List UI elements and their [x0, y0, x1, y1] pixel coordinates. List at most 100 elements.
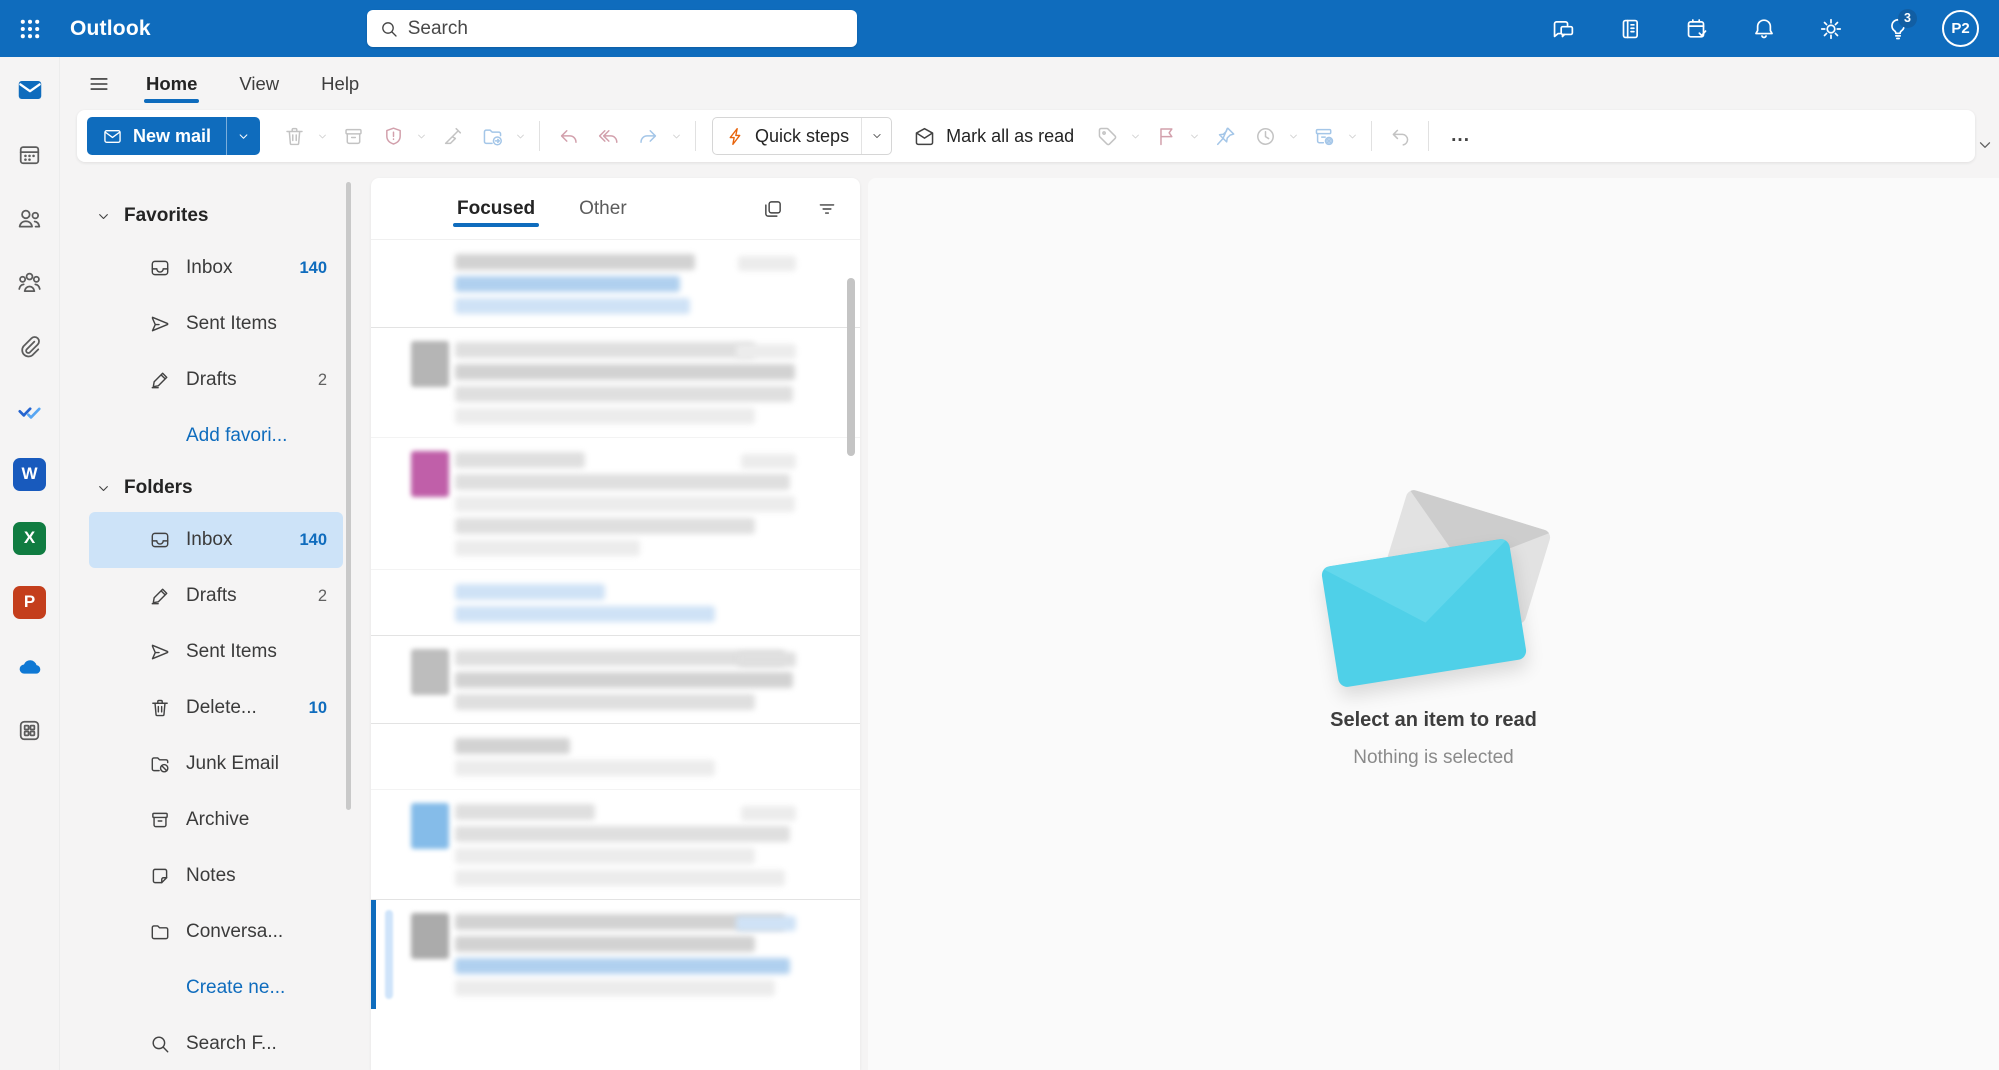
- folder-section-favorites[interactable]: Favorites: [77, 192, 357, 240]
- select-all-icon: [762, 198, 784, 220]
- flag-chevron-icon[interactable]: [1186, 116, 1203, 156]
- account-avatar[interactable]: P2: [1942, 10, 1979, 47]
- folder-item-sentitems[interactable]: Sent Items: [89, 296, 343, 352]
- reading-pane: Select an item to read Nothing is select…: [868, 178, 1999, 1070]
- tab-view[interactable]: View: [222, 63, 296, 105]
- report-button[interactable]: [373, 116, 413, 156]
- message-row[interactable]: [371, 438, 860, 570]
- new-mail-dropdown-button[interactable]: [226, 117, 260, 155]
- notifications-bell-icon: [1751, 16, 1777, 42]
- folder-item-notes[interactable]: Notes: [89, 848, 343, 904]
- folder-item-junkemail[interactable]: Junk Email: [89, 736, 343, 792]
- reply-all-button[interactable]: [588, 116, 628, 156]
- folder-pane-scrollbar[interactable]: [346, 182, 351, 810]
- rail-item-more-apps[interactable]: [11, 711, 49, 749]
- rules-button[interactable]: [1304, 116, 1344, 156]
- categorize-chevron-icon[interactable]: [1127, 116, 1144, 156]
- quick-steps-dropdown-button[interactable]: [861, 118, 891, 154]
- search-input[interactable]: [408, 18, 845, 40]
- blurred-message-text: [455, 737, 846, 782]
- rail-item-calendar[interactable]: [11, 135, 49, 173]
- categorize-button[interactable]: [1087, 116, 1127, 156]
- folder-item-inbox[interactable]: Inbox140: [89, 512, 343, 568]
- message-row[interactable]: [371, 570, 860, 636]
- settings-button[interactable]: [1808, 6, 1854, 52]
- rail-item-files[interactable]: [11, 327, 49, 365]
- folder-item-delete[interactable]: Delete...10: [89, 680, 343, 736]
- message-row[interactable]: [371, 636, 860, 724]
- filter-icon: [816, 198, 838, 220]
- message-list: Focused Other: [371, 178, 860, 1070]
- reply-button[interactable]: [548, 116, 588, 156]
- onedrive-icon: [16, 653, 43, 680]
- tips-button[interactable]: 3: [1875, 6, 1921, 52]
- folder-section-folders[interactable]: Folders: [77, 464, 357, 512]
- report-chevron-icon[interactable]: [413, 116, 430, 156]
- my-day-button[interactable]: [1674, 6, 1720, 52]
- app-launcher-button[interactable]: [0, 0, 60, 57]
- rail-item-word[interactable]: W: [11, 455, 49, 493]
- move-to-button[interactable]: [472, 116, 512, 156]
- folder-link-addfavori[interactable]: Add favori...: [89, 408, 343, 464]
- move-to-chevron-icon[interactable]: [512, 116, 529, 156]
- collapse-ribbon-chevron[interactable]: [1975, 134, 1997, 156]
- rail-item-todo[interactable]: [11, 391, 49, 429]
- rail-item-mail[interactable]: [11, 71, 49, 109]
- message-list-scrollbar[interactable]: [847, 278, 855, 456]
- undo-button[interactable]: [1380, 116, 1420, 156]
- flag-button[interactable]: [1146, 116, 1186, 156]
- drafts-icon: [149, 369, 171, 391]
- mark-all-read-button[interactable]: Mark all as read: [900, 116, 1087, 156]
- delete-button[interactable]: [274, 116, 314, 156]
- notifications-button[interactable]: [1741, 6, 1787, 52]
- folder-item-drafts[interactable]: Drafts2: [89, 568, 343, 624]
- folder-item-inbox[interactable]: Inbox140: [89, 240, 343, 296]
- message-row[interactable]: [371, 240, 860, 328]
- new-mail-button[interactable]: New mail: [87, 117, 226, 155]
- forward-button[interactable]: [628, 116, 668, 156]
- quick-steps-button[interactable]: Quick steps: [713, 126, 861, 147]
- rules-chevron-icon[interactable]: [1344, 116, 1361, 156]
- toolbar-divider: [1428, 121, 1429, 151]
- snooze-chevron-icon[interactable]: [1285, 116, 1302, 156]
- search-box[interactable]: [367, 10, 857, 47]
- broom-sweep-icon: [441, 125, 464, 148]
- tab-focused[interactable]: Focused: [453, 182, 539, 236]
- sweep-button[interactable]: [432, 116, 472, 156]
- forward-chevron-icon[interactable]: [668, 116, 685, 156]
- message-row[interactable]: [371, 790, 860, 900]
- filter-button[interactable]: [810, 192, 844, 226]
- message-row[interactable]: [371, 724, 860, 790]
- folder-link-createne[interactable]: Create ne...: [89, 960, 343, 1016]
- pin-button[interactable]: [1205, 116, 1245, 156]
- rail-item-excel[interactable]: X: [11, 519, 49, 557]
- folder-item-conversa[interactable]: Conversa...: [89, 904, 343, 960]
- folder-item-archive[interactable]: Archive: [89, 792, 343, 848]
- select-all-button[interactable]: [756, 192, 790, 226]
- more-options-button[interactable]: ...: [1437, 125, 1484, 147]
- chevron-down-icon: [870, 129, 884, 143]
- folder-item-drafts[interactable]: Drafts2: [89, 352, 343, 408]
- folder-label: Delete...: [186, 697, 257, 719]
- folder-section-label: Folders: [124, 477, 193, 499]
- snooze-button[interactable]: [1245, 116, 1285, 156]
- message-row[interactable]: [371, 328, 860, 438]
- rail-item-people[interactable]: [11, 199, 49, 237]
- avatar-spacer: [411, 737, 455, 782]
- new-mail-label: New mail: [133, 126, 211, 147]
- tab-home[interactable]: Home: [129, 63, 214, 105]
- delete-chevron-icon[interactable]: [314, 116, 331, 156]
- folder-item-searchf[interactable]: Search F...: [89, 1016, 343, 1070]
- rail-item-onedrive[interactable]: [11, 647, 49, 685]
- chat-button[interactable]: [1540, 6, 1586, 52]
- notes-feed-button[interactable]: [1607, 6, 1653, 52]
- rail-item-powerpoint[interactable]: P: [11, 583, 49, 621]
- undo-arrow-icon: [1389, 125, 1412, 148]
- rail-item-groups[interactable]: [11, 263, 49, 301]
- folder-item-sentitems[interactable]: Sent Items: [89, 624, 343, 680]
- tab-help[interactable]: Help: [304, 63, 376, 105]
- archive-button[interactable]: [333, 116, 373, 156]
- message-row[interactable]: [371, 900, 860, 1009]
- tab-other[interactable]: Other: [575, 182, 631, 236]
- hamburger-menu-button[interactable]: [77, 64, 121, 104]
